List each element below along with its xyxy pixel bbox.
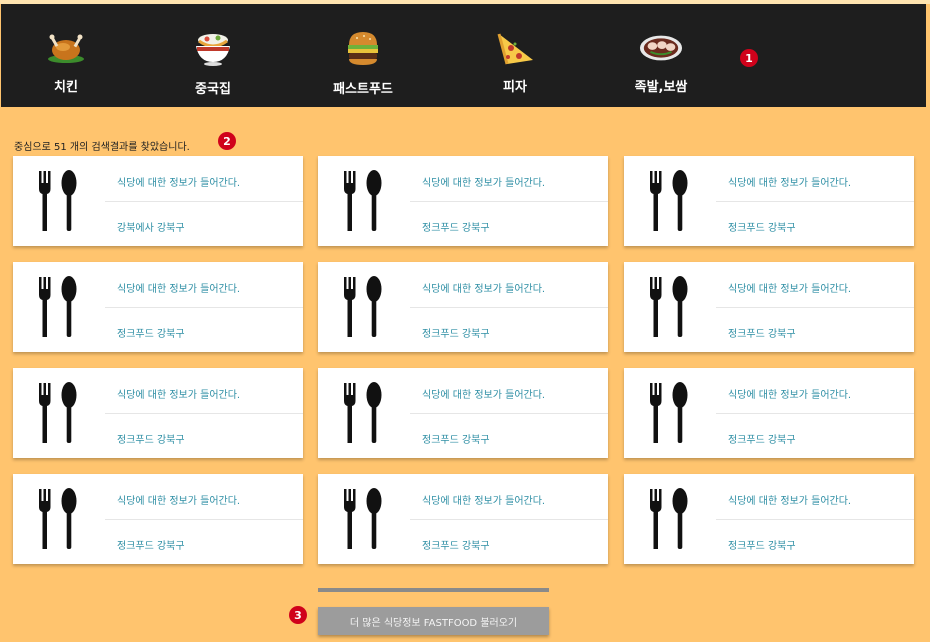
restaurant-info: 식당에 대한 정보가 들어간다.	[728, 496, 852, 507]
fork-spoon-icon	[342, 275, 384, 339]
restaurant-info: 식당에 대한 정보가 들어간다.	[422, 178, 546, 189]
fork-spoon-icon	[648, 487, 690, 551]
card-divider	[410, 307, 608, 308]
restaurant-location[interactable]: 정크푸드 강북구	[422, 537, 490, 552]
restaurant-location[interactable]: 정크푸드 강북구	[728, 219, 796, 234]
card-divider	[716, 519, 914, 520]
restaurant-info: 식당에 대한 정보가 들어간다.	[728, 178, 852, 189]
restaurant-card[interactable]: 식당에 대한 정보가 들어간다. 정크푸드 강북구	[624, 262, 914, 352]
restaurant-location[interactable]: 정크푸드 강북구	[422, 431, 490, 446]
restaurant-info: 식당에 대한 정보가 들어간다.	[422, 284, 546, 295]
restaurant-info: 식당에 대한 정보가 들어간다.	[117, 390, 241, 401]
annotation-marker-3: 3	[289, 606, 307, 624]
nav-item-fastfood[interactable]: 패스트푸드	[318, 4, 408, 107]
fork-spoon-icon	[648, 169, 690, 233]
card-divider	[105, 413, 303, 414]
nav-item-pizza[interactable]: 피자	[470, 4, 560, 107]
restaurant-info: 식당에 대한 정보가 들어간다.	[117, 284, 241, 295]
annotation-marker-1: 1	[740, 49, 758, 67]
card-divider	[716, 307, 914, 308]
nav-label-chicken: 치킨	[54, 80, 78, 95]
restaurant-card[interactable]: 식당에 대한 정보가 들어간다. 정크푸드 강북구	[318, 156, 608, 246]
noodle-bowl-icon	[191, 28, 235, 68]
nav-label-pork: 족발,보쌈	[634, 80, 688, 95]
restaurant-card[interactable]: 식당에 대한 정보가 들어간다. 정크푸드 강북구	[624, 156, 914, 246]
nav-label-pizza: 피자	[503, 80, 527, 95]
restaurant-location[interactable]: 강북에사 강북구	[117, 219, 185, 234]
restaurant-card[interactable]: 식당에 대한 정보가 들어간다. 강북에사 강북구	[13, 156, 303, 246]
restaurant-card[interactable]: 식당에 대한 정보가 들어간다. 정크푸드 강북구	[13, 474, 303, 564]
fork-spoon-icon	[342, 169, 384, 233]
load-more-button[interactable]: 더 많은 식당정보 FASTFOOD 불러오기	[318, 607, 549, 635]
restaurant-info: 식당에 대한 정보가 들어간다.	[422, 390, 546, 401]
nav-label-chinese: 중국집	[195, 82, 231, 97]
restaurant-location[interactable]: 정크푸드 강북구	[728, 537, 796, 552]
nav-item-chicken[interactable]: 치킨	[21, 4, 111, 107]
nav-label-fastfood: 패스트푸드	[333, 82, 393, 97]
card-divider	[105, 201, 303, 202]
result-summary: 중심으로 51 개의 검색결과를 찾았습니다.	[14, 142, 190, 153]
restaurant-info: 식당에 대한 정보가 들어간다.	[117, 496, 241, 507]
card-divider	[105, 307, 303, 308]
restaurant-location[interactable]: 정크푸드 강북구	[117, 431, 185, 446]
restaurant-card[interactable]: 식당에 대한 정보가 들어간다. 정크푸드 강북구	[624, 368, 914, 458]
restaurant-location[interactable]: 정크푸드 강북구	[422, 325, 490, 340]
fork-spoon-icon	[37, 275, 79, 339]
restaurant-card[interactable]: 식당에 대한 정보가 들어간다. 정크푸드 강북구	[318, 262, 608, 352]
restaurant-location[interactable]: 정크푸드 강북구	[117, 537, 185, 552]
restaurant-location[interactable]: 정크푸드 강북구	[117, 325, 185, 340]
card-divider	[410, 519, 608, 520]
fork-spoon-icon	[37, 381, 79, 445]
restaurant-location[interactable]: 정크푸드 강북구	[728, 431, 796, 446]
restaurant-info: 식당에 대한 정보가 들어간다.	[117, 178, 241, 189]
fork-spoon-icon	[37, 487, 79, 551]
restaurant-info: 식당에 대한 정보가 들어간다.	[728, 390, 852, 401]
card-divider	[105, 519, 303, 520]
fork-spoon-icon	[342, 381, 384, 445]
pizza-icon	[493, 28, 537, 68]
chicken-icon	[44, 28, 88, 68]
burger-icon	[341, 28, 385, 68]
restaurant-info: 식당에 대한 정보가 들어간다.	[422, 496, 546, 507]
card-divider	[410, 201, 608, 202]
restaurant-card[interactable]: 식당에 대한 정보가 들어간다. 정크푸드 강북구	[624, 474, 914, 564]
annotation-marker-2: 2	[218, 132, 236, 150]
fork-spoon-icon	[648, 381, 690, 445]
restaurant-location[interactable]: 정크푸드 강북구	[728, 325, 796, 340]
nav-item-chinese[interactable]: 중국집	[168, 4, 258, 107]
fork-spoon-icon	[37, 169, 79, 233]
divider	[318, 588, 549, 592]
restaurant-card[interactable]: 식당에 대한 정보가 들어간다. 정크푸드 강북구	[13, 368, 303, 458]
restaurant-card[interactable]: 식당에 대한 정보가 들어간다. 정크푸드 강북구	[318, 474, 608, 564]
fork-spoon-icon	[648, 275, 690, 339]
restaurant-card[interactable]: 식당에 대한 정보가 들어간다. 정크푸드 강북구	[13, 262, 303, 352]
restaurant-info: 식당에 대한 정보가 들어간다.	[728, 284, 852, 295]
restaurant-location[interactable]: 정크푸드 강북구	[422, 219, 490, 234]
nav-item-pork[interactable]: 족발,보쌈	[616, 4, 706, 107]
pork-platter-icon	[639, 28, 683, 68]
card-divider	[716, 201, 914, 202]
card-divider	[410, 413, 608, 414]
fork-spoon-icon	[342, 487, 384, 551]
card-divider	[716, 413, 914, 414]
category-navbar: 치킨 중국집 패스트푸드 피자 족발,보쌈 1	[1, 4, 926, 107]
restaurant-card[interactable]: 식당에 대한 정보가 들어간다. 정크푸드 강북구	[318, 368, 608, 458]
